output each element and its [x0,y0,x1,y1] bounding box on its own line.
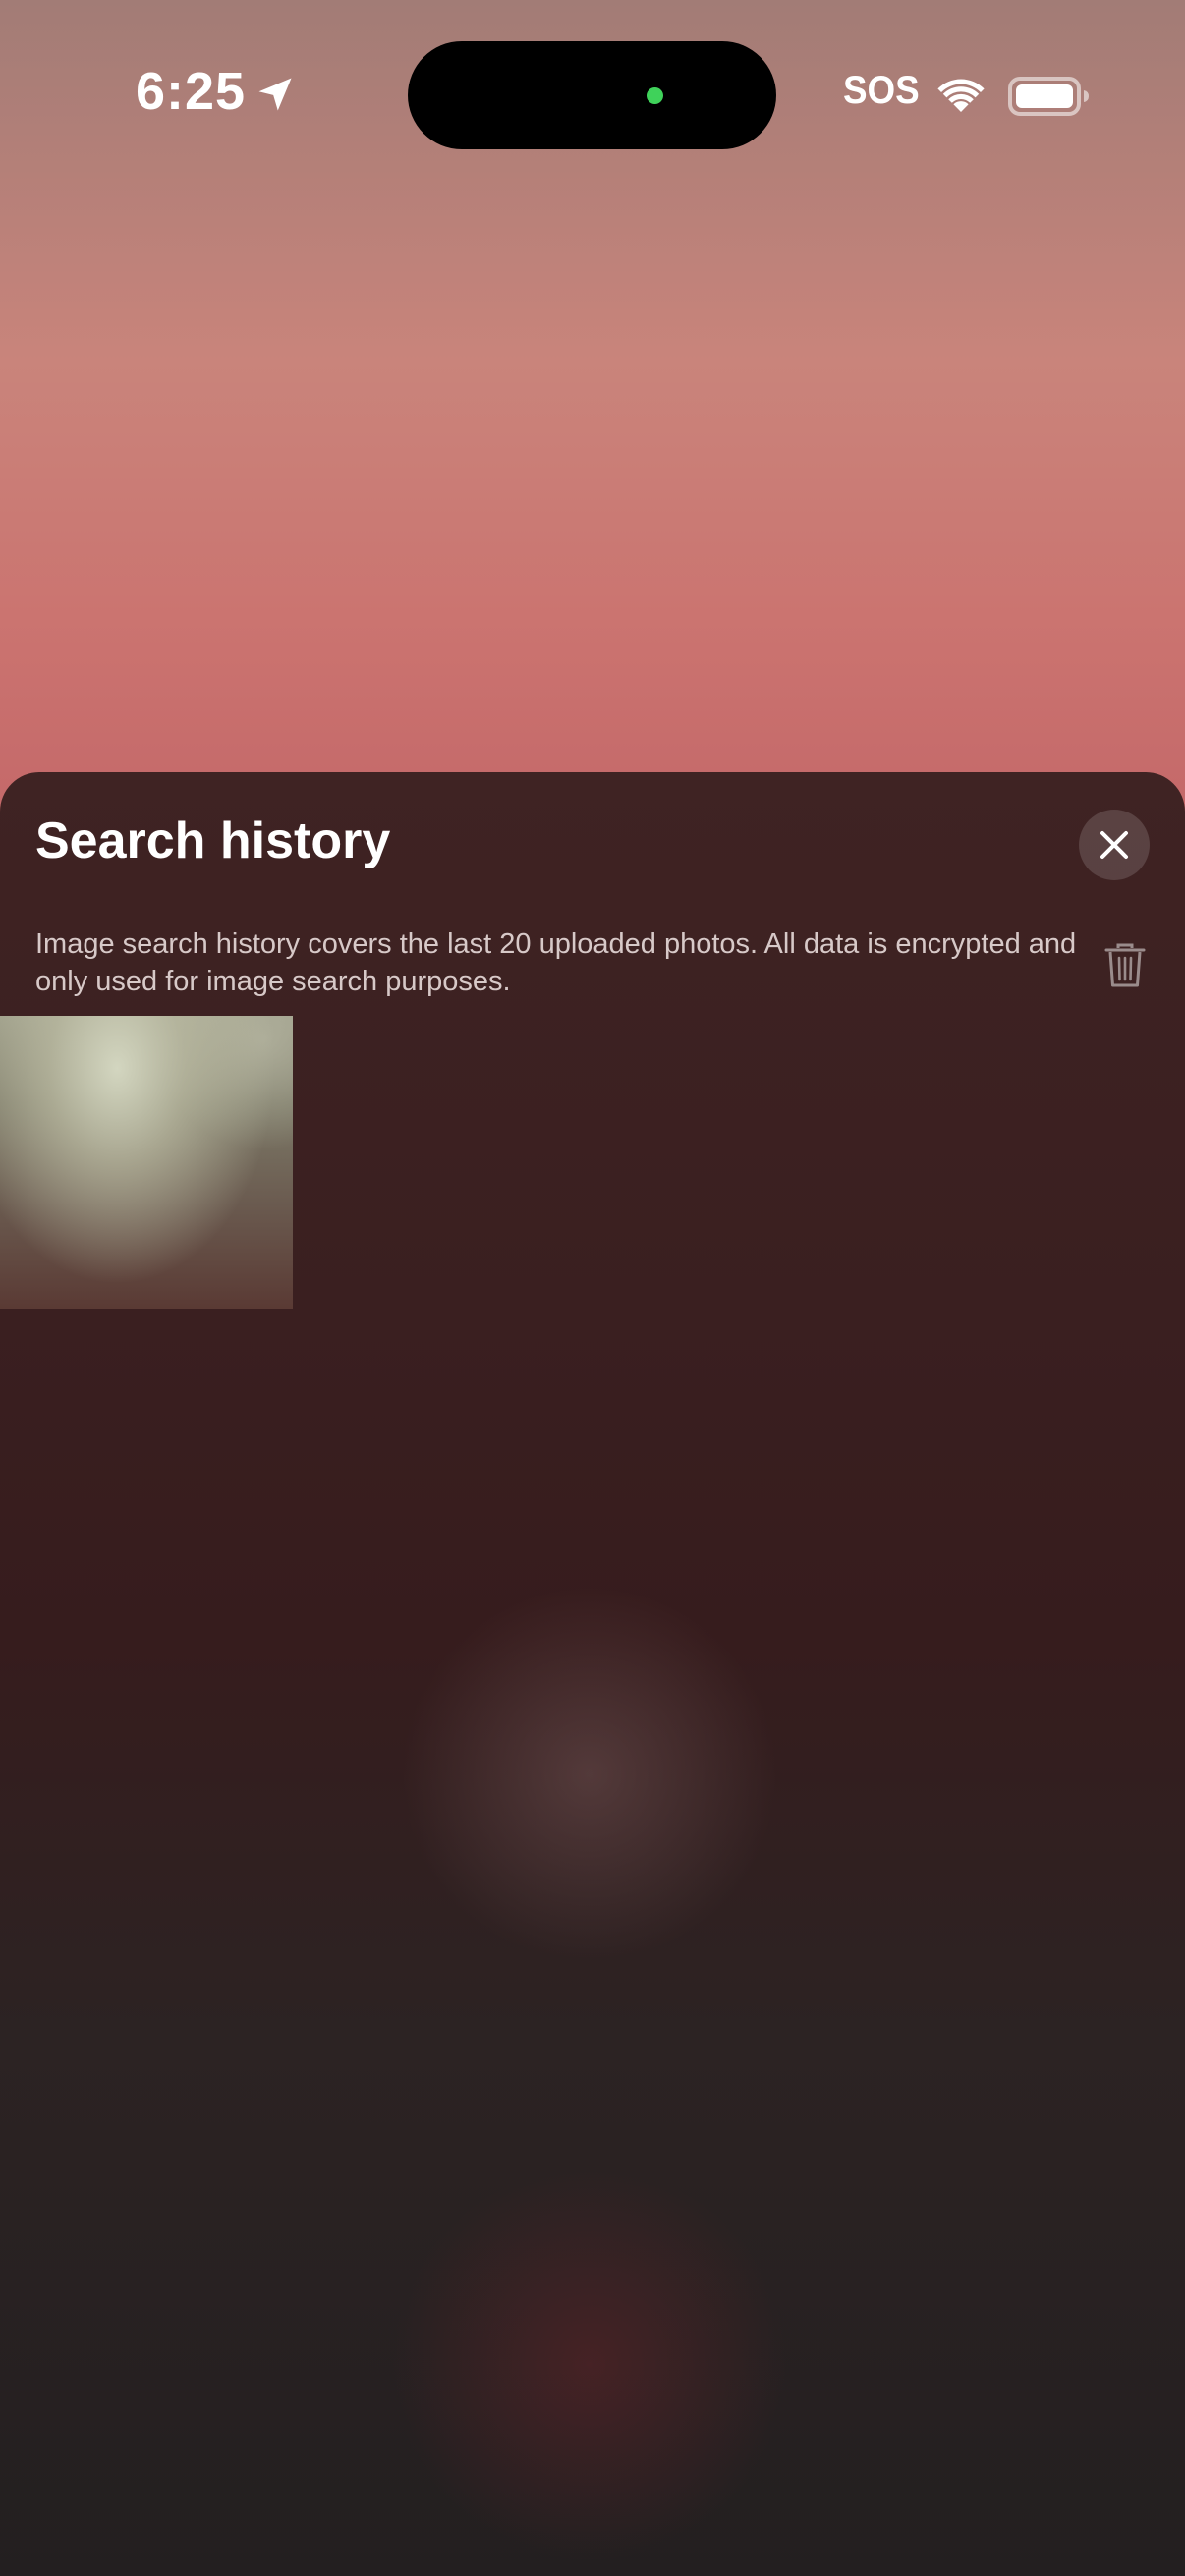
history-description: Image search history covers the last 20 … [35,928,1077,997]
dynamic-island [408,41,776,149]
sheet-title: Search history [35,812,391,869]
wifi-icon [937,79,985,112]
close-button[interactable] [1079,810,1150,880]
camera-indicator-dot [647,87,663,104]
history-thumbnail[interactable] [0,1016,293,1309]
sos-indicator: SOS [843,69,920,112]
screen: 6:25 SOS Search history Image search his… [0,0,1185,2576]
status-time: 6:25 [136,62,247,121]
close-icon [1100,831,1128,859]
trash-icon[interactable] [1104,943,1146,988]
search-history-sheet: Search history Image search history cove… [0,772,1185,2576]
battery-icon [1008,77,1089,116]
location-arrow-icon [258,78,292,111]
